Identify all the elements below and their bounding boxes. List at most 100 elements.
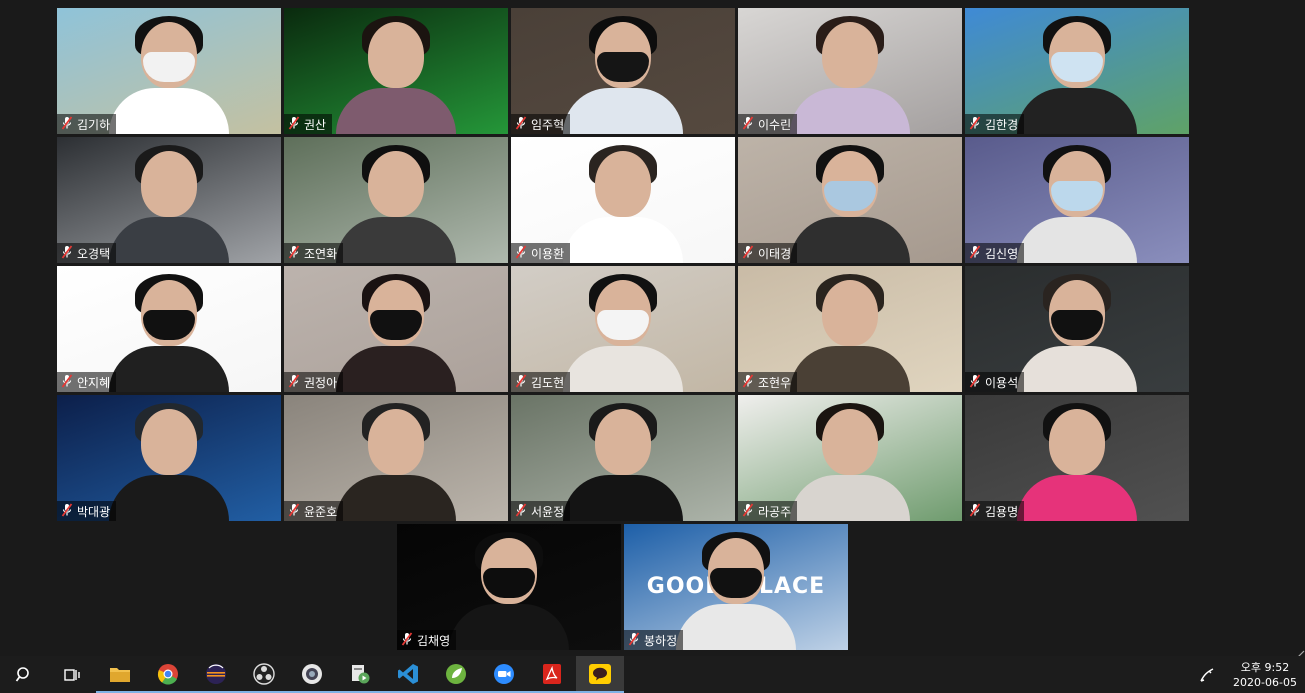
participant-name-tag: 봉하정 — [624, 630, 684, 650]
eclipse-icon — [205, 663, 227, 685]
media-app-taskbar-button[interactable] — [336, 656, 384, 693]
participant-tile[interactable]: 권산 — [284, 8, 508, 134]
webcam-app-taskbar-button[interactable] — [288, 656, 336, 693]
resize-corner-icon[interactable] — [1296, 644, 1305, 659]
windows-taskbar: 오후 9:52 2020-06-05 — [0, 656, 1305, 693]
participant-video — [563, 274, 683, 392]
participant-video — [1017, 403, 1137, 521]
mic-muted-icon — [742, 502, 754, 520]
participant-name: 서윤정 — [531, 504, 565, 519]
mic-muted-icon — [742, 244, 754, 262]
participant-tile[interactable]: 박대광 — [57, 395, 281, 521]
pen-workspace-icon[interactable] — [1189, 656, 1225, 693]
participant-tile[interactable]: 김도현 — [511, 266, 735, 392]
mic-muted-icon — [969, 373, 981, 391]
participant-name: 김채영 — [417, 633, 451, 648]
participant-video — [1017, 16, 1137, 134]
participant-video — [109, 145, 229, 263]
vscode-taskbar-button[interactable] — [384, 656, 432, 693]
zoom-taskbar-button[interactable] — [480, 656, 528, 693]
mic-muted-icon — [969, 244, 981, 262]
file-explorer-icon — [109, 665, 131, 683]
participant-name: 이용석 — [985, 375, 1019, 390]
participant-tile[interactable]: 권정아 — [284, 266, 508, 392]
participant-name: 조연화 — [304, 246, 338, 261]
participant-video — [109, 403, 229, 521]
participant-video — [790, 274, 910, 392]
participant-video — [109, 274, 229, 392]
participant-name: 김용명 — [985, 504, 1019, 519]
spring-icon — [445, 663, 467, 685]
mic-muted-icon — [288, 502, 300, 520]
participant-tile[interactable]: 이용석 — [965, 266, 1189, 392]
mic-muted-icon — [969, 502, 981, 520]
participant-tile[interactable]: 조연화 — [284, 137, 508, 263]
mic-muted-icon — [61, 115, 73, 133]
mic-muted-icon — [61, 502, 73, 520]
taskbar-clock[interactable]: 오후 9:52 2020-06-05 — [1225, 660, 1305, 690]
participant-name-tag: 김신영 — [965, 243, 1025, 263]
acrobat-taskbar-button[interactable] — [528, 656, 576, 693]
obs-taskbar-button[interactable] — [240, 656, 288, 693]
participant-tile[interactable]: 윤준호 — [284, 395, 508, 521]
participant-video — [563, 145, 683, 263]
participant-name-tag: 김채영 — [397, 630, 457, 650]
clock-date: 2020-06-05 — [1233, 675, 1297, 689]
participant-video — [790, 403, 910, 521]
mic-muted-icon — [288, 373, 300, 391]
spring-taskbar-button[interactable] — [432, 656, 480, 693]
webcam-app-icon — [301, 663, 323, 685]
participant-video — [336, 403, 456, 521]
mic-muted-icon — [515, 373, 527, 391]
participant-name-tag: 김도현 — [511, 372, 571, 392]
video-gallery: 김기하 권산 임주혁 이수린 김한경오경택 조연화 이용환 이태경 김신영안지혜 권정아 김도현 조현… — [0, 0, 1305, 656]
chrome-taskbar-button[interactable] — [144, 656, 192, 693]
mic-muted-icon — [628, 631, 640, 649]
participant-tile[interactable]: 서윤정 — [511, 395, 735, 521]
participant-name-tag: 이수린 — [738, 114, 798, 134]
participant-tile[interactable]: 김용명 — [965, 395, 1189, 521]
participant-name-tag: 라공주 — [738, 501, 798, 521]
participant-video — [790, 16, 910, 134]
participant-name: 윤준호 — [304, 504, 338, 519]
participant-tile[interactable]: 이용환 — [511, 137, 735, 263]
kakaotalk-taskbar-button[interactable] — [576, 656, 624, 693]
participant-tile[interactable]: 이태경 — [738, 137, 962, 263]
participant-name: 조현우 — [758, 375, 792, 390]
taskbar-apps — [0, 656, 624, 693]
participant-name: 김신영 — [985, 246, 1019, 261]
participant-name-tag: 김용명 — [965, 501, 1025, 521]
participant-name-tag: 김한경 — [965, 114, 1025, 134]
participant-tile[interactable]: GOOD PLACE 봉하정 — [624, 524, 848, 650]
participant-tile[interactable]: 김신영 — [965, 137, 1189, 263]
participant-video — [336, 145, 456, 263]
eclipse-taskbar-button[interactable] — [192, 656, 240, 693]
participant-video — [676, 532, 796, 650]
participant-name: 안지혜 — [77, 375, 111, 390]
mic-muted-icon — [742, 115, 754, 133]
participant-name-tag: 권산 — [284, 114, 333, 134]
participant-tile[interactable]: 안지혜 — [57, 266, 281, 392]
participant-tile[interactable]: 김기하 — [57, 8, 281, 134]
mic-muted-icon — [515, 115, 527, 133]
system-tray: 오후 9:52 2020-06-05 — [1189, 656, 1305, 693]
participant-name: 이수린 — [758, 117, 792, 132]
participant-tile[interactable]: 조현우 — [738, 266, 962, 392]
participant-tile[interactable]: 이수린 — [738, 8, 962, 134]
participant-tile[interactable]: 김채영 — [397, 524, 621, 650]
participant-name-tag: 권정아 — [284, 372, 344, 392]
participant-tile[interactable]: 임주혁 — [511, 8, 735, 134]
participant-name: 권정아 — [304, 375, 338, 390]
participant-tile[interactable]: 오경택 — [57, 137, 281, 263]
participant-tile[interactable]: 라공주 — [738, 395, 962, 521]
mic-muted-icon — [288, 115, 300, 133]
file-explorer-taskbar-button[interactable] — [96, 656, 144, 693]
search-taskbar-button[interactable] — [0, 656, 48, 693]
participant-name-tag: 오경택 — [57, 243, 117, 263]
participant-tile[interactable]: 김한경 — [965, 8, 1189, 134]
participant-name-tag: 서윤정 — [511, 501, 571, 521]
task-view-taskbar-button[interactable] — [48, 656, 96, 693]
participant-name: 김기하 — [77, 117, 111, 132]
participant-name: 김도현 — [531, 375, 565, 390]
participant-video — [790, 145, 910, 263]
